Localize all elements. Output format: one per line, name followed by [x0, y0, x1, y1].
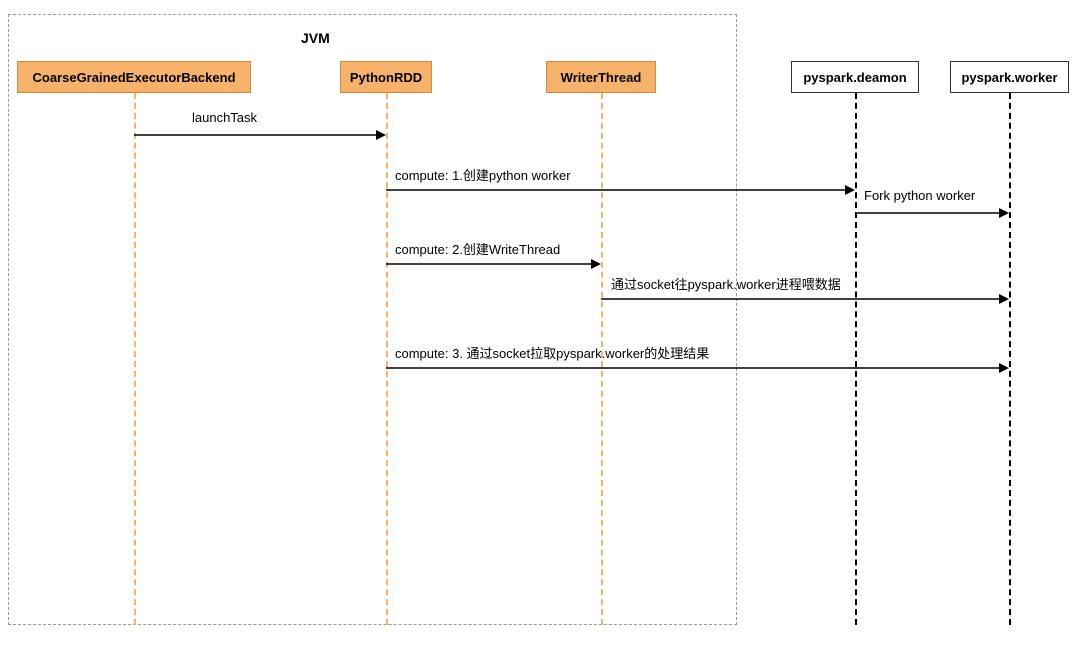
- message-arrow-fork-worker: [855, 207, 1009, 219]
- jvm-container: [8, 14, 737, 625]
- message-label-compute-create-worker: compute: 1.创建python worker: [395, 165, 571, 184]
- jvm-label: JVM: [301, 30, 330, 46]
- participant-label: PythonRDD: [350, 70, 422, 85]
- participant-label: pyspark.deamon: [803, 70, 906, 85]
- participant-pyspark-daemon: pyspark.deamon: [791, 61, 919, 93]
- message-arrow-socket-feed: [601, 293, 1009, 305]
- message-label-socket-feed: 通过socket往pyspark.worker进程喂数据: [611, 274, 841, 293]
- lifeline-pyspark-worker: [1009, 93, 1011, 625]
- lifeline-python-rdd: [386, 93, 388, 625]
- participant-writer-thread: WriterThread: [546, 61, 656, 93]
- message-label-compute-pull-result: compute: 3. 通过socket拉取pyspark.worker的处理结…: [395, 343, 709, 362]
- participant-python-rdd: PythonRDD: [340, 61, 432, 93]
- message-label-launch-task: launchTask: [192, 110, 257, 125]
- message-arrow-compute-pull-result: [386, 362, 1009, 374]
- lifeline-pyspark-daemon: [855, 93, 857, 625]
- participant-label: CoarseGrainedExecutorBackend: [32, 70, 235, 85]
- message-arrow-launch-task: [134, 129, 386, 141]
- message-arrow-compute-create-worker: [386, 184, 855, 196]
- participant-pyspark-worker: pyspark.worker: [950, 61, 1069, 93]
- lifeline-coarse-grained: [134, 93, 136, 625]
- message-arrow-compute-create-write-thread: [386, 258, 601, 270]
- message-label-fork-worker: Fork python worker: [864, 188, 975, 203]
- participant-label: pyspark.worker: [961, 70, 1057, 85]
- participant-label: WriterThread: [561, 70, 642, 85]
- participant-coarse-grained-executor-backend: CoarseGrainedExecutorBackend: [17, 61, 251, 93]
- message-label-compute-create-write-thread: compute: 2.创建WriteThread: [395, 239, 560, 258]
